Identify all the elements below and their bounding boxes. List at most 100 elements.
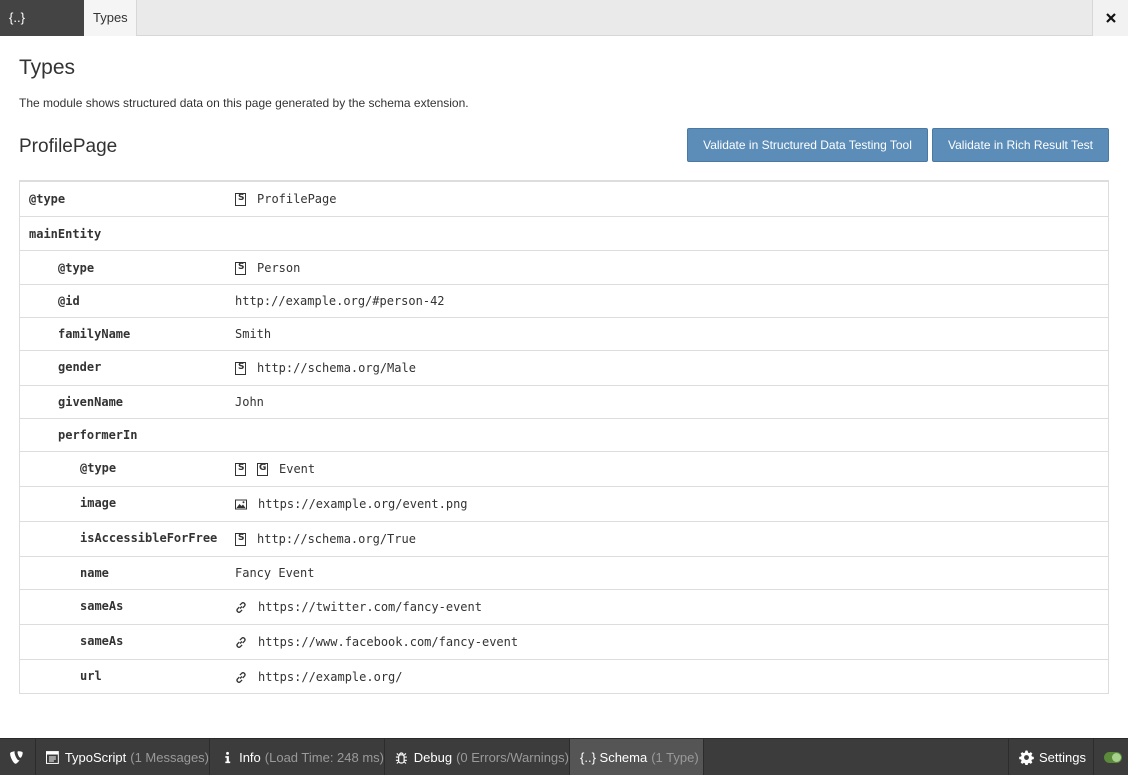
table-row: @type Person: [20, 250, 1108, 284]
row-key: givenName: [58, 395, 124, 409]
toolbar-settings[interactable]: Settings: [1008, 739, 1094, 775]
schema-icon: [235, 462, 246, 476]
toolbar-debug-detail: (0 Errors/Warnings): [456, 750, 569, 765]
row-value-text: Smith: [235, 327, 272, 341]
row-value: http://example.org/#person-42: [235, 294, 445, 308]
tab-types[interactable]: Types: [84, 0, 137, 36]
toolbar-info[interactable]: Info (Load Time: 248 ms): [210, 739, 385, 775]
row-value: Smith: [235, 327, 271, 341]
row-value: Fancy Event: [235, 566, 314, 580]
row-key: image: [80, 496, 117, 510]
row-value-text: http://example.org/#person-42: [235, 294, 445, 308]
row-value: John: [235, 395, 264, 409]
row-key: mainEntity: [29, 227, 102, 241]
type-heading: ProfilePage: [19, 136, 118, 157]
toolbar-info-label: Info: [239, 750, 261, 765]
image-icon: [235, 499, 247, 509]
toolbar-schema-detail: (1 Type): [651, 750, 699, 765]
table-row: name Fancy Event: [20, 556, 1108, 589]
row-value-text: http://schema.org/Male: [257, 361, 416, 375]
row-value: https://example.org/event.png: [235, 497, 468, 511]
validate-sdtt-button[interactable]: Validate in Structured Data Testing Tool: [687, 128, 928, 162]
row-key: @type: [58, 261, 95, 275]
table-row: sameAs https://www.facebook.com/fancy-ev…: [20, 624, 1108, 659]
gear-icon: [1019, 750, 1034, 765]
row-value-text[interactable]: https://example.org/event.png: [258, 497, 468, 511]
row-key: sameAs: [80, 599, 124, 613]
table-row: sameAs https://twitter.com/fancy-event: [20, 589, 1108, 624]
validate-rich-result-button[interactable]: Validate in Rich Result Test: [932, 128, 1109, 162]
table-row: @id http://example.org/#person-42: [20, 284, 1108, 317]
schema-icon: [235, 192, 246, 206]
row-value-text[interactable]: https://twitter.com/fancy-event: [258, 600, 482, 614]
top-tab-bar: {..} Schema Types: [0, 0, 1128, 60]
table-row: @type ProfilePage: [20, 182, 1108, 216]
schema-icon: [235, 261, 246, 275]
schema-icon: [235, 532, 246, 546]
google-icon: [257, 462, 268, 476]
row-value: https://twitter.com/fancy-event: [235, 600, 482, 614]
link-icon: [236, 601, 246, 613]
typo3-logo-icon: [10, 751, 23, 764]
row-value: https://example.org/: [235, 670, 403, 684]
link-icon: [236, 671, 246, 683]
toggle-switch-icon: [1104, 752, 1122, 763]
toolbar-debug[interactable]: Debug (0 Errors/Warnings): [385, 739, 570, 775]
table-row: gender http://schema.org/Male: [20, 350, 1108, 385]
main-content: Types The module shows structured data o…: [0, 36, 1128, 738]
table-row: performerIn: [20, 418, 1108, 451]
row-value-text[interactable]: https://www.facebook.com/fancy-event: [258, 635, 518, 649]
row-value-text: Person: [257, 261, 301, 275]
row-value-text: ProfilePage: [257, 192, 337, 206]
table-row: mainEntity: [20, 216, 1108, 250]
toolbar-schema[interactable]: {..} Schema (1 Type): [570, 739, 704, 775]
toolbar-typoscript-label: TypoScript: [64, 750, 127, 765]
toolbar-info-detail: (Load Time: 248 ms): [264, 750, 384, 765]
table-row: image https://example.org/event.png: [20, 486, 1108, 521]
intro-text: The module shows structured data on this…: [19, 96, 469, 110]
row-key: sameAs: [80, 634, 124, 648]
table-row: isAccessibleForFree http://schema.org/Tr…: [20, 521, 1108, 556]
structured-data-table: @type ProfilePage mainEntity @type Perso…: [19, 180, 1109, 694]
toolbar-schema-label: {..} Schema: [580, 750, 648, 765]
row-key: name: [80, 566, 109, 580]
row-value-text: John: [235, 395, 264, 409]
toolbar-settings-label: Settings: [1039, 750, 1086, 765]
table-row: @type Event: [20, 451, 1108, 486]
row-value: ProfilePage: [235, 192, 336, 206]
row-key: familyName: [58, 327, 131, 341]
row-value-text: Event: [279, 462, 316, 476]
row-key: gender: [58, 360, 102, 374]
info-icon: [225, 751, 231, 764]
row-value-text: http://schema.org/True: [257, 532, 416, 546]
close-button[interactable]: [1092, 0, 1128, 36]
typo3-logo-button[interactable]: [0, 739, 36, 775]
row-value-text[interactable]: https://example.org/: [258, 670, 403, 684]
toolbar-typoscript-detail: (1 Messages): [130, 750, 209, 765]
schema-icon: [235, 361, 246, 375]
toolbar-typoscript[interactable]: TypoScript (1 Messages): [36, 739, 210, 775]
toolbar-toggle[interactable]: [1094, 739, 1128, 775]
row-key: performerIn: [58, 428, 138, 442]
page-title: Types: [19, 56, 76, 79]
row-key: url: [80, 669, 102, 683]
row-value: Person: [235, 261, 300, 275]
link-icon: [236, 636, 246, 648]
row-key: @type: [29, 192, 66, 206]
row-value-text: Fancy Event: [235, 566, 315, 580]
admin-panel-toolbar: TypoScript (1 Messages) Info (Load Time:…: [0, 738, 1128, 775]
row-key: @id: [58, 294, 80, 308]
row-value: https://www.facebook.com/fancy-event: [235, 635, 518, 649]
close-icon: [1105, 13, 1116, 23]
row-value: Event: [235, 462, 315, 476]
tab-schema[interactable]: {..} Schema: [0, 0, 84, 60]
table-row: givenName John: [20, 385, 1108, 418]
toolbar-debug-label: Debug: [413, 750, 453, 765]
row-value: http://schema.org/Male: [235, 361, 416, 375]
row-key: isAccessibleForFree: [80, 531, 218, 545]
table-row: url https://example.org/: [20, 659, 1108, 693]
bug-icon: [395, 751, 407, 764]
row-value: http://schema.org/True: [235, 532, 416, 546]
table-row: familyName Smith: [20, 317, 1108, 350]
typoscript-icon: [46, 751, 59, 764]
